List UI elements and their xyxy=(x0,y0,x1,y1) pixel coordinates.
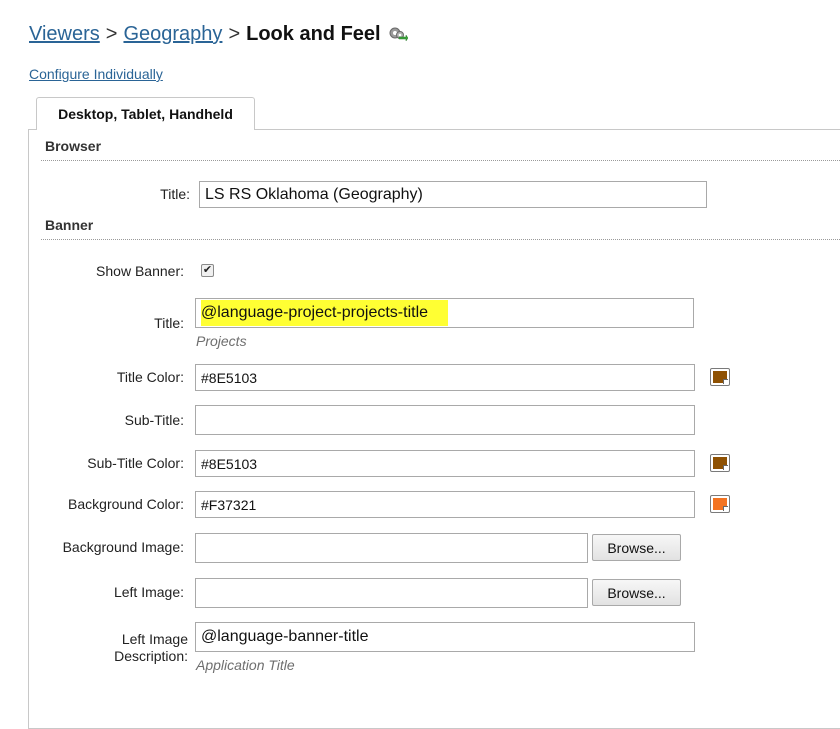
background-color-swatch[interactable] xyxy=(710,495,730,513)
breadcrumb: Viewers > Geography > Look and Feel xyxy=(29,19,408,49)
section-title-banner: Banner xyxy=(45,217,94,233)
subtitle-input[interactable] xyxy=(195,405,695,435)
banner-title-input[interactable]: @language-project-projects-title xyxy=(195,298,694,328)
banner-title-hint: Projects xyxy=(196,333,247,349)
title-color-input[interactable]: #8E5103 xyxy=(195,364,695,391)
left-image-label: Left Image: xyxy=(113,584,184,600)
background-image-input[interactable] xyxy=(195,533,588,563)
subtitle-color-swatch[interactable] xyxy=(710,454,730,472)
left-image-description-hint: Application Title xyxy=(196,657,295,673)
subtitle-label: Sub-Title: xyxy=(124,412,184,428)
background-color-label: Background Color: xyxy=(68,496,184,512)
title-color-swatch[interactable] xyxy=(710,368,730,386)
gears-arrow-icon[interactable] xyxy=(388,23,408,49)
left-image-browse-button[interactable]: Browse... xyxy=(592,579,681,606)
breadcrumb-separator: > xyxy=(228,23,241,45)
tab-desktop-tablet-handheld[interactable]: Desktop, Tablet, Handheld xyxy=(36,97,255,130)
highlighted-text: @language-project-projects-title xyxy=(201,300,449,326)
banner-title-label: Title: xyxy=(154,315,184,331)
section-title-browser: Browser xyxy=(45,138,102,154)
browser-title-input[interactable]: LS RS Oklahoma (Geography) xyxy=(199,181,707,208)
left-image-input[interactable] xyxy=(195,578,588,608)
left-image-description-input[interactable]: @language-banner-title xyxy=(195,622,695,652)
section-divider xyxy=(41,239,840,240)
background-color-input[interactable]: #F37321 xyxy=(195,491,695,518)
breadcrumb-link-geography[interactable]: Geography xyxy=(123,21,222,47)
section-divider xyxy=(41,160,840,161)
breadcrumb-separator: > xyxy=(105,23,118,45)
configure-individually-link[interactable]: Configure Individually xyxy=(29,66,163,82)
left-image-description-label: Left Image Description: xyxy=(114,631,188,664)
subtitle-color-label: Sub-Title Color: xyxy=(87,455,184,471)
show-banner-checkbox[interactable]: ✔ xyxy=(201,264,214,277)
browser-title-label: Title: xyxy=(160,186,190,202)
subtitle-color-input[interactable]: #8E5103 xyxy=(195,450,695,477)
background-image-label: Background Image: xyxy=(62,539,184,555)
breadcrumb-link-viewers[interactable]: Viewers xyxy=(29,21,100,47)
show-banner-label: Show Banner: xyxy=(96,263,184,279)
background-image-browse-button[interactable]: Browse... xyxy=(592,534,681,561)
page-title: Look and Feel xyxy=(246,23,381,45)
title-color-label: Title Color: xyxy=(116,369,184,385)
